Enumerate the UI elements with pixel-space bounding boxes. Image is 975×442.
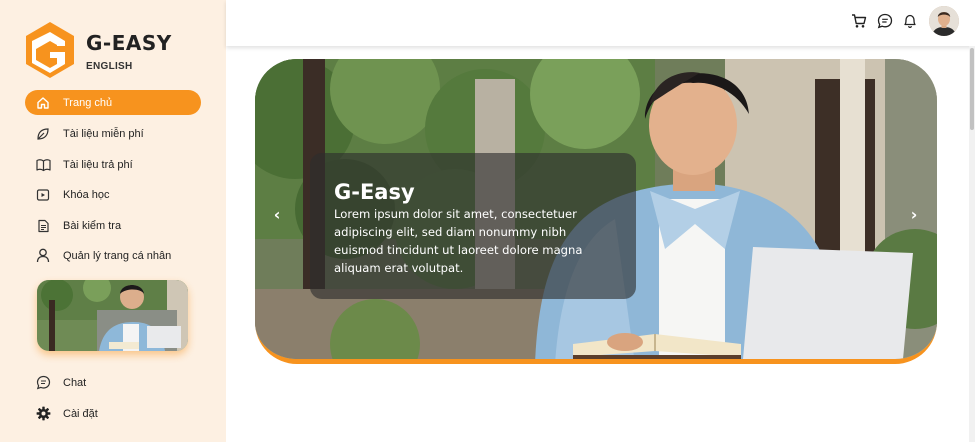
gear-icon (35, 406, 51, 422)
nav-item-label: Trang chủ (63, 96, 113, 109)
nav-item-paid-docs[interactable]: Tài liệu trả phí (25, 152, 201, 177)
carousel-prev-button[interactable]: ‹ (266, 203, 288, 225)
nav-item-free-docs[interactable]: Tài liệu miễn phí (25, 121, 201, 146)
promo-thumbnail[interactable] (37, 280, 188, 351)
user-icon (35, 248, 51, 264)
scrollbar-thumb[interactable] (970, 48, 974, 130)
hero-banner: G-Easy Lorem ipsum dolor sit amet, conse… (255, 59, 937, 364)
bell-icon[interactable] (901, 12, 919, 30)
nav-item-profile[interactable]: Quản lý trang cá nhân (25, 243, 201, 268)
brand-subtitle: ENGLISH (86, 61, 133, 72)
sidebar: G-EASY ENGLISH Trang chủ Tài liệu miễn p… (0, 0, 226, 442)
hero-title: G-Easy (334, 180, 415, 204)
nav-item-settings[interactable]: Cài đặt (25, 401, 201, 426)
chat-icon (35, 375, 51, 391)
nav-item-label: Khóa học (63, 188, 110, 201)
nav-item-chat[interactable]: Chat (25, 370, 201, 395)
nav-item-label: Quản lý trang cá nhân (63, 249, 172, 262)
home-icon (35, 95, 51, 111)
video-icon (35, 187, 51, 203)
carousel-next-button[interactable]: › (903, 203, 925, 225)
chevron-right-icon: › (910, 204, 918, 224)
nav-item-label: Chat (63, 376, 87, 389)
chevron-left-icon: ‹ (273, 204, 281, 224)
message-icon[interactable] (876, 12, 894, 30)
document-icon (35, 218, 51, 234)
logo-icon (26, 22, 74, 78)
nav-item-label: Tài liệu trả phí (63, 158, 133, 171)
book-icon (35, 157, 51, 173)
nav-item-home[interactable]: Trang chủ (25, 90, 201, 115)
cart-icon[interactable] (850, 12, 868, 30)
hero-caption: G-Easy Lorem ipsum dolor sit amet, conse… (310, 153, 636, 299)
nav-item-tests[interactable]: Bài kiểm tra (25, 213, 201, 238)
nav-item-label: Bài kiểm tra (63, 219, 122, 232)
nav-item-label: Tài liệu miễn phí (63, 127, 144, 140)
nav-item-courses[interactable]: Khóa học (25, 182, 201, 207)
brand-name: G-EASY (86, 31, 172, 55)
user-avatar[interactable] (929, 6, 959, 36)
nav-item-label: Cài đặt (63, 407, 98, 420)
leaf-icon (35, 126, 51, 142)
hero-body: Lorem ipsum dolor sit amet, consectetuer… (334, 207, 583, 275)
